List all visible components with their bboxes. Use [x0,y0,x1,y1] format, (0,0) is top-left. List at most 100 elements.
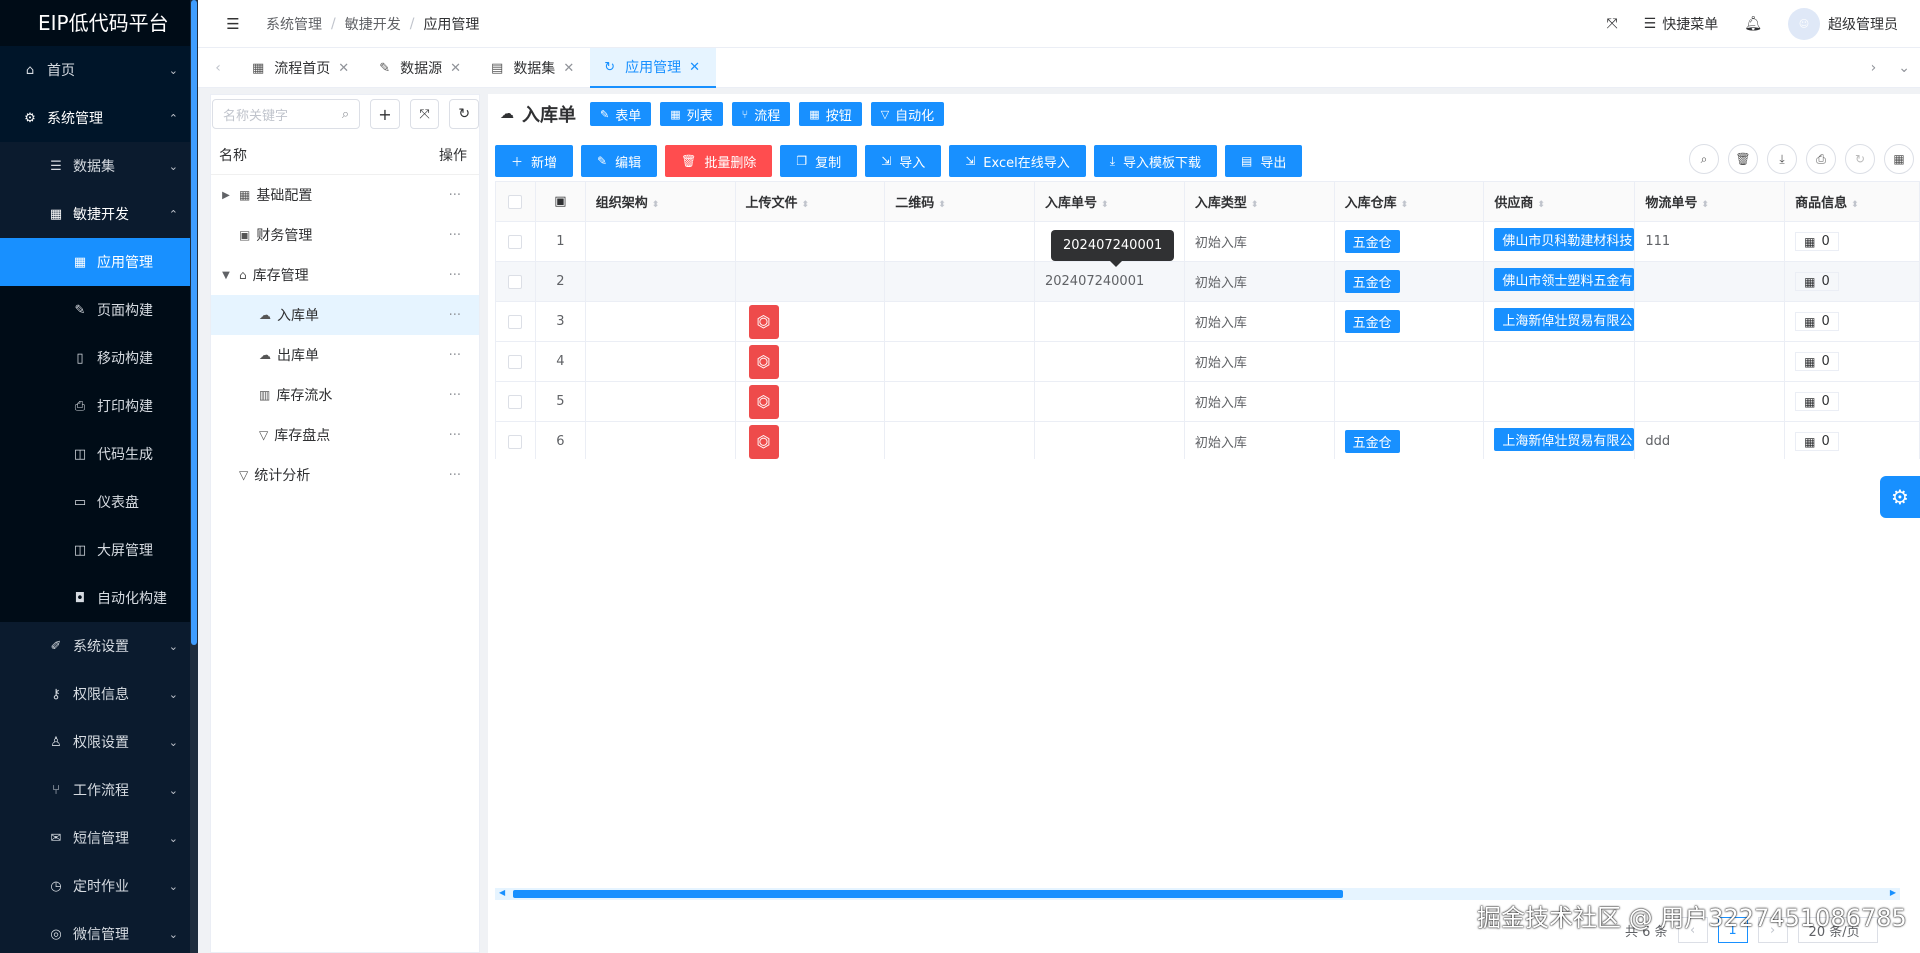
more-icon[interactable]: ··· [449,428,461,443]
goods-button[interactable]: ▦ 0 [1795,312,1839,331]
more-icon[interactable]: ··· [449,188,461,203]
goods-button[interactable]: ▦ 0 [1795,352,1839,371]
tree-node-inventory[interactable]: ▼ ⌂ 库存管理 ··· [211,255,479,295]
row-checkbox[interactable] [495,261,536,302]
sidebar-item-automation[interactable]: ◘ 自动化构建 [0,574,198,622]
row-checkbox[interactable] [495,381,536,422]
design-flow-button[interactable]: ⑂ 流程 [731,102,791,126]
tree-search-input[interactable]: 名称关键字 ⌕ [212,99,361,129]
settings-fab-gear-icon[interactable]: ⚙ [1880,476,1920,518]
col-header[interactable]: 入库仓库 ⬍ [1333,181,1485,222]
horizontal-scrollbar-thumb[interactable] [513,890,1343,898]
sidebar-scrollbar[interactable] [190,0,198,953]
close-icon[interactable]: ✕ [450,61,461,76]
sidebar-scrollbar-thumb[interactable] [191,0,197,645]
tab-scroll-right-icon[interactable]: › [1871,60,1877,76]
caret-right-icon[interactable]: ▶ [219,190,233,201]
sidebar-item-home[interactable]: ⌂ 首页 ⌄ [0,46,198,94]
tab-dataset[interactable]: ▤ 数据集 ✕ [477,48,590,88]
goods-button[interactable]: ▦ 0 [1795,392,1839,411]
tree-node-statistics[interactable]: ▽ 统计分析 ··· [211,455,479,495]
bell-icon[interactable]: 🔔︎ [1744,16,1762,32]
table-row[interactable]: 4 ⏣ 初始入库 ▦ 0 [495,341,1920,382]
sidebar-item-bigscreen[interactable]: ◫ 大屏管理 [0,526,198,574]
sidebar-item-sms[interactable]: ✉ 短信管理 ⌄ [0,814,198,862]
tree-node-stocktaking[interactable]: ▽ 库存盘点 ··· [211,415,479,455]
pdf-file-icon[interactable]: ⏣ [748,424,779,459]
refresh-tree-button[interactable]: ↻ [449,99,480,129]
add-button[interactable]: ＋新增 [495,145,574,177]
col-header[interactable]: 二维码 ⬍ [884,181,1035,222]
row-checkbox[interactable] [495,341,536,382]
breadcrumb-item[interactable]: 系统管理 [266,14,322,34]
table-row[interactable]: 6 ⏣ 初始入库 五金仓 上海新倬壮贸易有限公 ddd ▦ 0 [495,421,1920,459]
row-checkbox[interactable] [495,421,536,459]
sidebar-item-wechat[interactable]: ◎ 微信管理 ⌄ [0,910,198,953]
goods-button[interactable]: ▦ 0 [1795,272,1839,291]
close-icon[interactable]: ✕ [563,61,574,76]
more-icon[interactable]: ··· [449,388,461,403]
table-row[interactable]: 5 ⏣ 初始入库 ▦ 0 [495,381,1920,422]
more-icon[interactable]: ··· [449,308,461,323]
design-list-button[interactable]: ▦ 列表 [660,102,723,126]
col-header[interactable]: 供应商 ⬍ [1483,181,1636,222]
tree-node-basic-config[interactable]: ▶ ▦ 基础配置 ··· [211,175,479,215]
refresh-icon[interactable]: ↻ [1845,144,1875,174]
col-header[interactable]: 上传文件 ⬍ [734,181,886,222]
sidebar-item-dataset[interactable]: ☰ 数据集 ⌄ [0,142,198,190]
table-row[interactable]: 1 初始入库 五金仓 佛山市贝科勒建材科技 111 ▦ 0 [495,221,1920,262]
col-header[interactable]: 物流单号 ⬍ [1634,181,1786,222]
quick-menu-button[interactable]: ☰ 快捷菜单 [1644,14,1719,34]
user-menu[interactable]: ☺ 超级管理员 [1788,8,1898,40]
row-checkbox[interactable] [495,301,536,342]
pdf-file-icon[interactable]: ⏣ [748,304,779,339]
sidebar-item-system[interactable]: ⚙ 系统管理 ⌃ [0,94,198,142]
tree-node-finance[interactable]: ▣ 财务管理 ··· [211,215,479,255]
sidebar-item-dashboard[interactable]: ▭ 仪表盘 [0,478,198,526]
col-header[interactable]: 入库类型 ⬍ [1183,181,1335,222]
tab-app-management[interactable]: ↻ 应用管理 ✕ [590,48,717,88]
sidebar-item-permission-settings[interactable]: ♙ 权限设置 ⌄ [0,718,198,766]
design-button-button[interactable]: ▦ 按钮 [799,102,862,126]
copy-button[interactable]: ❐ 复制 [780,145,858,177]
search-icon[interactable]: ⌕ [1689,144,1719,174]
export-button[interactable]: ▤ 导出 [1225,145,1303,177]
table-row[interactable]: 2 202407240001 初始入库 五金仓 佛山市领士塑料五金有 ▦ 0 [495,261,1920,302]
printer-icon[interactable]: ⎙ [1806,144,1836,174]
col-header[interactable]: 商品信息 ⬍ [1784,181,1920,222]
template-download-button[interactable]: ⤓ 导入模板下载 [1093,145,1218,177]
import-button[interactable]: ⇲ 导入 [865,145,942,177]
close-icon[interactable]: ✕ [338,61,349,76]
sidebar-item-agile[interactable]: ▦ 敏捷开发 ⌃ [0,190,198,238]
more-icon[interactable]: ··· [449,228,461,243]
tree-node-inbound[interactable]: ☁ 入库单 ··· [211,295,479,335]
breadcrumb-item[interactable]: 敏捷开发 [345,14,401,34]
more-icon[interactable]: ··· [449,468,461,483]
close-icon[interactable]: ✕ [689,60,700,75]
fullscreen-icon[interactable]: ⤧ [1606,16,1617,32]
sidebar-item-page-build[interactable]: ✎ 页面构建 [0,286,198,334]
download-icon[interactable]: ⤓ [1767,144,1797,174]
scroll-left-arrow-icon[interactable]: ◀ [499,888,505,897]
tree-node-outbound[interactable]: ☁ 出库单 ··· [211,335,479,375]
sidebar-item-system-settings[interactable]: ✐ 系统设置 ⌄ [0,622,198,670]
pdf-file-icon[interactable]: ⏣ [748,384,779,419]
excel-import-button[interactable]: ⇲ Excel在线导入 [949,145,1086,177]
design-automation-button[interactable]: ▽ 自动化 [870,102,945,126]
tab-datasource[interactable]: ✎ 数据源 ✕ [365,48,477,88]
design-form-button[interactable]: ✎ 表单 [590,102,652,126]
tab-scroll-left-icon[interactable]: ‹ [198,48,238,87]
more-icon[interactable]: ··· [449,348,461,363]
batch-delete-button[interactable]: 🗑︎ 批量删除 [665,145,773,177]
sidebar-item-mobile-build[interactable]: ▯ 移动构建 [0,334,198,382]
sidebar-item-workflow[interactable]: ⑂ 工作流程 ⌄ [0,766,198,814]
row-checkbox[interactable] [495,221,536,262]
columns-icon[interactable]: ▦ [1884,144,1914,174]
sidebar-item-schedule[interactable]: ◷ 定时作业 ⌄ [0,862,198,910]
sidebar-item-app-management[interactable]: ▦ 应用管理 [0,238,198,286]
expand-all-button[interactable]: ⤧ [409,99,440,129]
select-all-checkbox[interactable] [495,181,536,222]
col-header[interactable]: 组织架构 ⬍ [584,181,736,222]
menu-fold-icon[interactable]: ☰ [224,15,242,33]
tab-flow-home[interactable]: ▦ 流程首页 ✕ [238,48,365,88]
